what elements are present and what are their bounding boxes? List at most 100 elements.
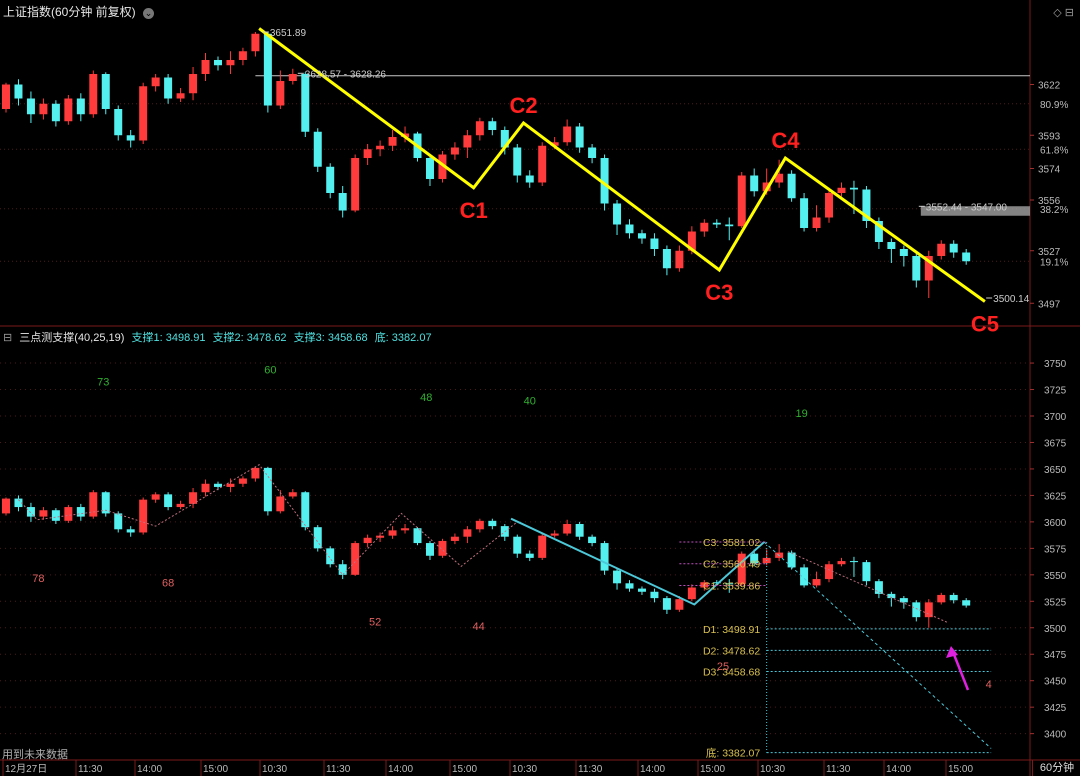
sub-candle-body	[662, 598, 671, 610]
y-tick-label: 3525	[1044, 597, 1067, 608]
sub-candle-body	[588, 536, 597, 544]
time-tick-label: 12月27日	[5, 763, 47, 775]
pct-tick-label: 80.9%	[1040, 100, 1068, 111]
sub-candle-body	[64, 507, 73, 521]
y-tick-label: 3700	[1044, 412, 1067, 423]
main-candle-body	[563, 126, 572, 143]
main-candle-body	[525, 175, 534, 183]
main-candle-body	[613, 203, 622, 225]
main-candle-body	[301, 74, 310, 132]
bottom-value: 底: 3382.07	[374, 332, 432, 344]
sub-candle-body	[812, 579, 821, 586]
main-candle-body	[76, 98, 85, 115]
main-candle-body	[837, 187, 846, 193]
price-annotation: 3500.14	[993, 294, 1030, 305]
sub-candle-body	[650, 591, 659, 599]
sub-candle-body	[413, 528, 422, 544]
main-candle-body	[213, 60, 222, 66]
main-candle-body	[288, 74, 297, 81]
main-candle-body	[2, 84, 10, 109]
chart-canvas[interactable]: 36223593357435563527349780.9%61.8%38.2%1…	[0, 0, 1080, 776]
support-2-value: 支撑2: 3478.62	[212, 332, 287, 344]
time-tick-label: 14:00	[886, 764, 911, 775]
main-candle-body	[176, 93, 185, 99]
indicator-header: ⊟ 三点测支撑(40,25,19) 支撑1: 3498.91 支撑2: 3478…	[3, 329, 436, 347]
time-tick-label: 10:30	[512, 764, 537, 775]
sub-candle-body	[899, 598, 908, 603]
sub-candle-body	[276, 496, 285, 512]
window-controls[interactable]: ◇ ⊟	[1053, 6, 1074, 19]
support-level-label: D1: 3498.91	[703, 624, 760, 636]
main-candle-body	[475, 121, 484, 136]
sub-candle-body	[176, 503, 185, 508]
sub-candle-body	[525, 553, 534, 558]
main-candle-body	[263, 33, 272, 106]
support-level-label: D2: 3478.62	[703, 645, 760, 657]
sub-candle-body	[787, 552, 796, 568]
time-tick-label: 15:00	[948, 764, 973, 775]
main-candle-body	[899, 249, 908, 256]
time-tick-label: 14:00	[388, 764, 413, 775]
main-candle-body	[139, 86, 148, 141]
main-candle-body	[625, 224, 634, 234]
sub-candle-body	[825, 564, 834, 580]
count-number: 60	[264, 365, 276, 377]
arrow-shaft	[951, 651, 970, 691]
main-candle-body	[588, 147, 597, 158]
pct-tick-label: 38.2%	[1040, 205, 1068, 216]
arrow-icon	[946, 646, 958, 658]
sub-candle-body	[39, 510, 48, 517]
count-number: 19	[795, 408, 807, 420]
sub-candle-body	[488, 520, 497, 527]
sub-candle-body	[425, 543, 434, 556]
main-candle-body	[313, 131, 322, 167]
main-candle-body	[114, 109, 123, 136]
y-tick-label: 3475	[1044, 650, 1067, 661]
main-candle-body	[238, 51, 247, 60]
sub-candle-body	[326, 548, 335, 565]
sub-candle-body	[949, 594, 958, 601]
wave-label-c3: C3	[705, 280, 733, 305]
sub-candle-body	[625, 583, 634, 589]
sub-candle-body	[475, 520, 484, 530]
time-tick-label: 10:30	[262, 764, 287, 775]
main-candle-body	[425, 158, 434, 179]
y-tick-label: 3650	[1044, 465, 1067, 476]
wave-label-c2: C2	[509, 93, 537, 118]
sub-candle-body	[2, 498, 10, 514]
y-tick-label: 3575	[1044, 544, 1067, 555]
count-number: 25	[717, 661, 729, 673]
main-candle-body	[450, 147, 459, 155]
time-tick-label: 15:00	[203, 764, 228, 775]
time-tick-label: 11:30	[578, 764, 603, 775]
sub-candle-body	[288, 492, 297, 497]
count-number: 48	[420, 392, 432, 404]
main-candle-body	[189, 74, 198, 94]
sub-candle-body	[363, 537, 372, 544]
main-candle-body	[226, 60, 235, 66]
main-candle-body	[251, 33, 260, 52]
sub-candle-body	[463, 529, 472, 537]
period-label[interactable]: 60分钟	[1032, 760, 1080, 776]
y-tick-label: 3625	[1044, 491, 1067, 502]
collapse-icon[interactable]: ⊟	[3, 332, 12, 344]
pct-tick-label: 19.1%	[1040, 257, 1068, 268]
main-candle-body	[363, 149, 372, 158]
y-tick-label: 3527	[1038, 247, 1061, 258]
main-candle-body	[825, 193, 834, 218]
sub-candle-body	[126, 529, 135, 533]
sub-candle-body	[687, 587, 696, 600]
y-tick-label: 3675	[1044, 438, 1067, 449]
dropdown-icon[interactable]: ⌄	[143, 8, 155, 19]
price-annotation: 3552.44 - 3547.00	[926, 202, 1008, 213]
sub-candle-body	[937, 594, 946, 603]
y-tick-label: 3600	[1044, 518, 1067, 529]
indicator-name[interactable]: 三点测支撑(40,25,19)	[19, 332, 124, 344]
main-chart-title[interactable]: 上证指数(60分钟 前复权)	[3, 5, 136, 19]
support-level-label: C2: 3560.49	[703, 559, 760, 571]
count-number: 40	[524, 395, 536, 407]
sub-candle-body	[849, 561, 858, 563]
main-candle-body	[388, 137, 397, 146]
main-candle-body	[912, 256, 921, 281]
main-candle-body	[14, 84, 23, 99]
